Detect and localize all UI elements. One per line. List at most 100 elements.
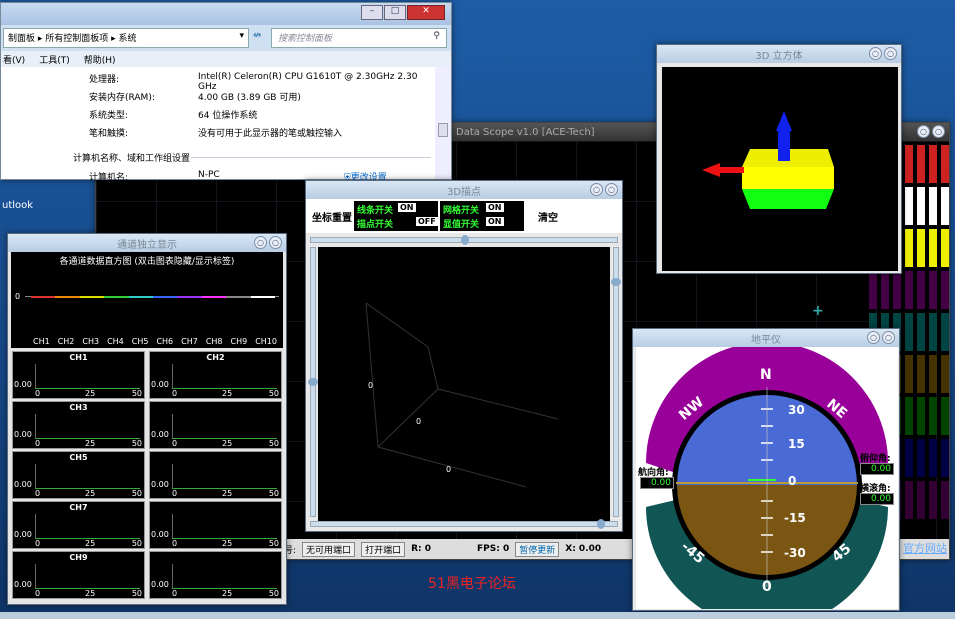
x-label: CH5 bbox=[131, 337, 149, 346]
minimize-icon[interactable]: ○ bbox=[867, 331, 880, 344]
v-slider-right[interactable] bbox=[611, 247, 621, 517]
plot3d-window: 3D描点 ○ ○ 坐标重置 线条开关 ON 描点开关 OFF 网格开关 ON 显值开… bbox=[305, 180, 623, 532]
cube-canvas[interactable] bbox=[662, 67, 898, 271]
x-label: 25 bbox=[85, 439, 96, 448]
horizon-canvas[interactable]: N NW NE 30 15 0 -15 -30 -45 0 45 航向角: 0.… bbox=[636, 347, 898, 609]
info-row: 安装内存(RAM): bbox=[89, 93, 155, 103]
y-axis bbox=[35, 364, 36, 389]
menu-tools[interactable]: 工具(T) bbox=[39, 53, 70, 66]
channel-chart-ch3[interactable]: CH3 0.00 0 25 50 bbox=[12, 401, 145, 449]
y-label: 0.00 bbox=[151, 580, 169, 589]
v-slider-left[interactable] bbox=[308, 247, 318, 517]
x-label: 25 bbox=[222, 489, 233, 498]
explorer-titlebar[interactable]: – □ ✕ bbox=[1, 3, 451, 25]
minimize-icon[interactable]: ○ bbox=[590, 183, 603, 196]
address-bar[interactable]: 制面板 ▸ 所有控制面板项 ▸ 系统 ▾ bbox=[3, 28, 249, 48]
channel-chart-ch7[interactable]: CH7 0.00 0 25 50 bbox=[12, 501, 145, 549]
channel-chart-ch5[interactable]: CH5 0.00 0 25 50 bbox=[12, 451, 145, 499]
histogram-chart[interactable]: 各通道数据直方图 (双击图表隐藏/显示标签) 0 CH1 CH2 CH3 CH4 CH5… bbox=[11, 252, 283, 348]
channel-chart-ch9[interactable]: CH9 0.00 0 25 50 bbox=[12, 551, 145, 599]
clear-button[interactable]: 清空 bbox=[538, 209, 558, 224]
minimize-icon[interactable]: ○ bbox=[917, 125, 930, 138]
search-input[interactable]: 搜索控制面板 ⚲ bbox=[271, 28, 447, 48]
channel-window-title: 通道独立显示 bbox=[117, 239, 177, 251]
channel-chart-ch10[interactable]: 0.00 0 25 50 bbox=[149, 551, 282, 599]
grid-switch-button[interactable]: ON bbox=[486, 203, 504, 212]
outlook-label[interactable]: utlook bbox=[2, 200, 33, 211]
channel-chart-ch4[interactable]: 0.00 0 25 50 bbox=[149, 401, 282, 449]
y-label: 0.00 bbox=[151, 380, 169, 389]
official-site-link[interactable]: 官方网站 bbox=[903, 540, 947, 556]
scrollbar[interactable] bbox=[435, 67, 451, 179]
x-label: 25 bbox=[222, 439, 233, 448]
attitude-graphic bbox=[646, 347, 888, 609]
y-axis bbox=[35, 414, 36, 439]
open-port-button[interactable]: 打开端口 bbox=[361, 541, 406, 557]
channel-chart-ch1[interactable]: CH1 0.00 0 25 50 bbox=[12, 351, 145, 399]
channel-window-titlebar[interactable]: 通道独立显示 ○ ○ bbox=[8, 234, 286, 252]
reset-button[interactable]: 坐标重置 bbox=[312, 209, 352, 224]
menu-help[interactable]: 帮助(H) bbox=[84, 53, 116, 66]
y-zero-label: 0 bbox=[15, 292, 21, 301]
x-label: 50 bbox=[268, 439, 279, 448]
roll-0: 0 bbox=[762, 579, 772, 595]
bar-ch2 bbox=[55, 296, 80, 298]
maximize-icon[interactable]: □ bbox=[384, 5, 406, 20]
bar-ch4 bbox=[104, 296, 129, 298]
histogram-x-labels: CH1 CH2 CH3 CH4 CH5 CH6 CH7 CH8 CH9 CH10 bbox=[33, 337, 277, 346]
value-switch-button[interactable]: ON bbox=[486, 217, 504, 226]
cube-side-yellow bbox=[742, 167, 834, 189]
x-label: 50 bbox=[131, 439, 142, 448]
pitch-neg15: -15 bbox=[784, 511, 806, 525]
menu-view[interactable]: 看(V) bbox=[3, 53, 25, 66]
channel-chart-ch2[interactable]: CH2 0.00 0 25 50 bbox=[149, 351, 282, 399]
close-icon[interactable]: ✕ bbox=[407, 5, 445, 20]
heading-value: 0.00 bbox=[640, 477, 674, 489]
y-axis bbox=[35, 464, 36, 489]
x-label: CH6 bbox=[156, 337, 174, 346]
close-icon[interactable]: ○ bbox=[605, 183, 618, 196]
h-slider-top[interactable] bbox=[310, 235, 618, 245]
pitch-neg30: -30 bbox=[784, 546, 806, 560]
compass-n: N bbox=[760, 367, 772, 383]
arrow-left-head bbox=[702, 163, 720, 177]
pause-button[interactable]: 暂停更新 bbox=[515, 541, 560, 557]
x-readout: X: 0.00 bbox=[565, 544, 602, 554]
x-label: 25 bbox=[222, 539, 233, 548]
info-value: 没有可用于此显示器的笔或触控输入 bbox=[198, 129, 343, 139]
port-select[interactable]: 无可用端口 bbox=[302, 541, 356, 557]
slider-thumb[interactable] bbox=[611, 278, 621, 286]
x-label: 50 bbox=[131, 389, 142, 398]
refresh-icon[interactable]: ↮ bbox=[253, 30, 261, 41]
channel-chart-title: CH9 bbox=[69, 553, 88, 562]
minimize-icon[interactable]: – bbox=[361, 5, 383, 20]
slider-thumb[interactable] bbox=[308, 378, 318, 386]
plot3d-titlebar[interactable]: 3D描点 ○ ○ bbox=[306, 181, 622, 199]
horizon-titlebar[interactable]: 地平仪 ○ ○ bbox=[633, 329, 899, 347]
axes-3d bbox=[365, 302, 559, 488]
x-label: 50 bbox=[268, 489, 279, 498]
plus-marker: + bbox=[812, 303, 824, 319]
minimize-icon[interactable]: ○ bbox=[254, 236, 267, 249]
chevron-down-icon[interactable]: ▾ bbox=[239, 31, 244, 45]
close-icon[interactable]: ○ bbox=[269, 236, 282, 249]
info-value: 64 位操作系统 bbox=[198, 111, 258, 121]
h-slider-bottom[interactable] bbox=[310, 519, 618, 529]
close-icon[interactable]: ○ bbox=[884, 47, 897, 60]
close-icon[interactable]: ○ bbox=[932, 125, 945, 138]
line-switch-button[interactable]: ON bbox=[398, 203, 416, 212]
close-icon[interactable]: ○ bbox=[882, 331, 895, 344]
channel-chart-ch8[interactable]: 0.00 0 25 50 bbox=[149, 501, 282, 549]
slider-thumb[interactable] bbox=[597, 519, 605, 529]
search-icon[interactable]: ⚲ bbox=[433, 31, 440, 45]
switch-panel-left: 线条开关 ON 描点开关 OFF bbox=[354, 201, 438, 231]
cube-titlebar[interactable]: 3D 立方体 ○ ○ bbox=[657, 45, 901, 63]
plot3d-canvas[interactable]: 0 0 0 bbox=[318, 247, 610, 521]
minimize-icon[interactable]: ○ bbox=[869, 47, 882, 60]
channel-chart-ch6[interactable]: 0.00 0 25 50 bbox=[149, 451, 282, 499]
point-switch-button[interactable]: OFF bbox=[416, 217, 438, 226]
slider-thumb[interactable] bbox=[461, 235, 469, 245]
y-label: 0.00 bbox=[151, 530, 169, 539]
y-axis bbox=[172, 364, 173, 389]
channel-chart-title bbox=[150, 502, 281, 503]
